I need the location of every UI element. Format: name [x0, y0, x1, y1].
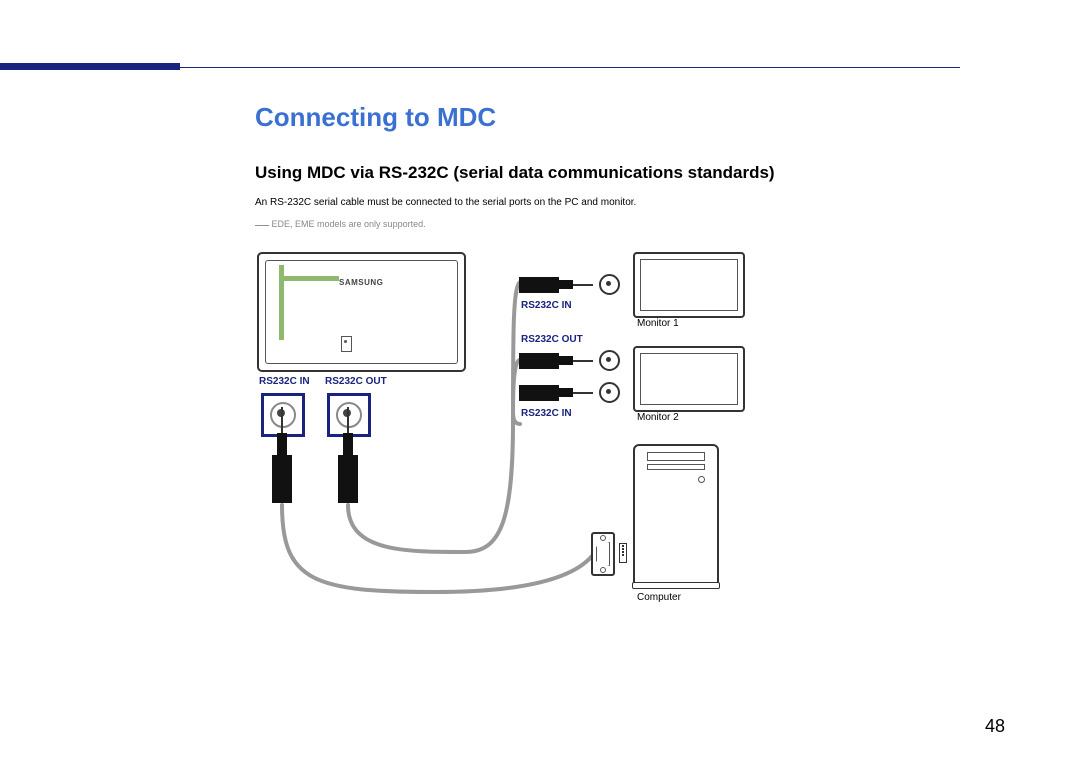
pc-serial-port-icon — [619, 543, 627, 563]
page-content: Connecting to MDC Using MDC via RS-232C … — [255, 102, 955, 632]
monitor1-icon — [633, 252, 745, 318]
supported-models-note: ― EDE, EME models are only supported. — [255, 216, 955, 232]
label-rs232c-out-mid: RS232C OUT — [521, 334, 583, 345]
computer-tower-icon — [633, 444, 719, 588]
connection-diagram: SAMSUNG RS232C IN RS232C OUT — [255, 252, 955, 632]
plug-monitor2-in — [519, 384, 593, 400]
label-rs232c-in-top: RS232C IN — [521, 300, 572, 311]
section-heading: Using MDC via RS-232C (serial data commu… — [255, 163, 955, 183]
monitor2-icon — [633, 346, 745, 412]
label-computer: Computer — [637, 592, 681, 603]
db9-connector-icon — [591, 532, 615, 576]
page-number: 48 — [985, 716, 1005, 737]
note-bullet: ― — [255, 216, 269, 232]
socket-monitor2-in — [599, 382, 620, 403]
body-text: An RS-232C serial cable must be connecte… — [255, 197, 955, 208]
plug-monitor1-in — [519, 276, 593, 292]
page-title: Connecting to MDC — [255, 102, 955, 133]
socket-monitor1-out — [599, 350, 620, 371]
plug-monitor1-out — [519, 352, 593, 368]
header-divider — [0, 67, 960, 68]
label-monitor2: Monitor 2 — [637, 412, 679, 423]
note-text: EDE, EME models are only supported. — [272, 219, 426, 229]
label-rs232c-in-bot: RS232C IN — [521, 408, 572, 419]
socket-monitor1-in — [599, 274, 620, 295]
label-monitor1: Monitor 1 — [637, 318, 679, 329]
